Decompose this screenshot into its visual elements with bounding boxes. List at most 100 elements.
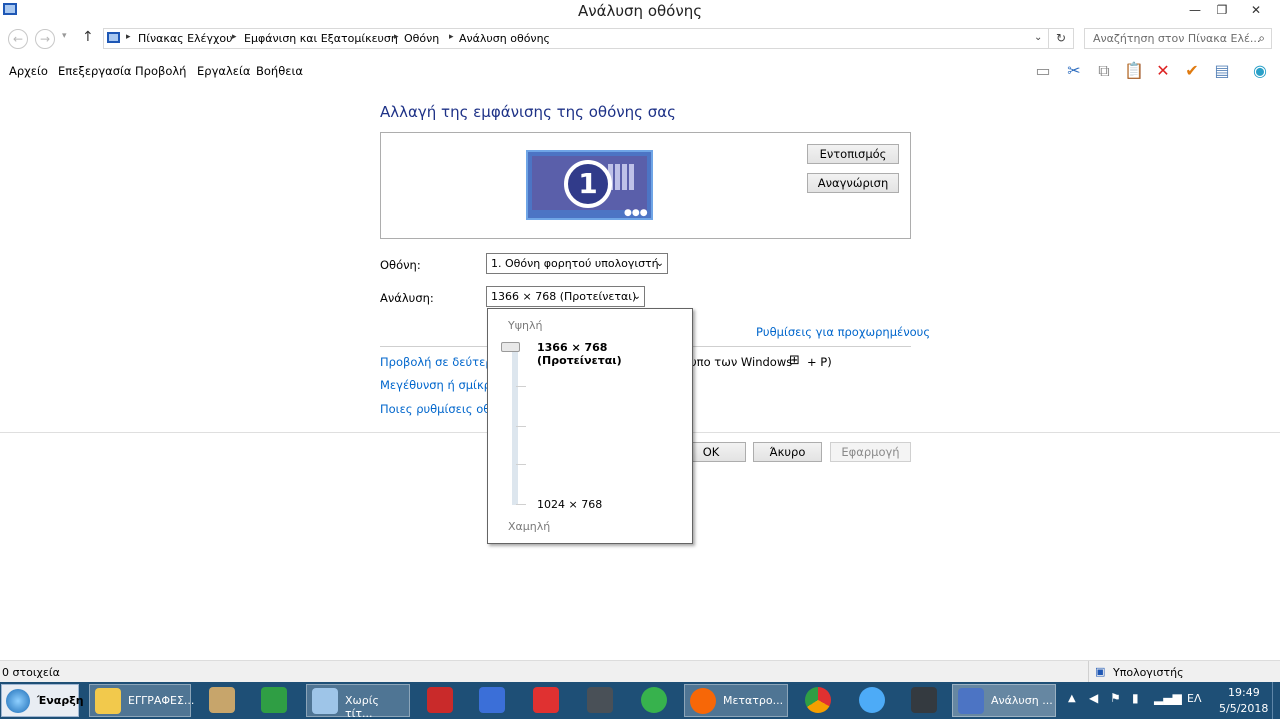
- taskbar-item-network[interactable]: [632, 684, 676, 717]
- paste-icon[interactable]: 📋: [1123, 60, 1145, 82]
- checkmark-icon[interactable]: ✔: [1181, 60, 1203, 82]
- taskbar-item-notepad[interactable]: Χωρίς τίτ...: [306, 684, 410, 720]
- minimize-button[interactable]: —: [1180, 0, 1210, 20]
- back-arrow-icon[interactable]: ←: [8, 29, 28, 49]
- advanced-settings-link[interactable]: Ρυθμίσεις για προχωρημένους: [756, 325, 930, 339]
- page-title: Αλλαγή της εμφάνισης της οθόνης σας: [380, 103, 676, 121]
- search-icon[interactable]: ⌕: [1258, 31, 1265, 46]
- taskbar-item-label: Μετατρο...: [723, 694, 784, 707]
- menu-file[interactable]: Αρχείο: [9, 64, 48, 78]
- refresh-icon[interactable]: ↻: [1049, 28, 1074, 49]
- app-icon: [533, 687, 559, 713]
- resolution-label: Ανάλυση:: [380, 291, 434, 305]
- project-shortcut-text: υπο των Windows: [690, 355, 793, 369]
- text-size-link[interactable]: Μεγέθυνση ή σμίκρυν: [380, 378, 504, 392]
- speaker-icon[interactable]: ◀: [1089, 691, 1098, 705]
- paint-palette-icon: [209, 687, 235, 713]
- title-bar: Ανάλυση οθόνης — ❐ ✕: [0, 0, 1280, 22]
- monitor-dots-icon: ●●●: [624, 208, 648, 218]
- display-label: Οθόνη:: [380, 258, 421, 272]
- network-icon: [641, 687, 667, 713]
- chrome-icon: [805, 687, 831, 713]
- taskbar-item-documents[interactable]: ΕΓΓΡΑΦΕΣ...: [89, 684, 195, 717]
- project-second-screen-link[interactable]: Προβολή σε δεύτερη: [380, 355, 500, 369]
- clock-date[interactable]: 5/5/2018: [1219, 702, 1268, 715]
- min-resolution: 1024 × 768: [537, 498, 603, 511]
- wifi-signal-icon[interactable]: ▂▄▆: [1154, 691, 1182, 705]
- start-orb-icon: [6, 689, 30, 713]
- menu-edit[interactable]: Επεξεργασία: [58, 64, 131, 78]
- close-button[interactable]: ✕: [1236, 0, 1276, 20]
- breadcrumb-appearance[interactable]: Εμφάνιση και Εξατομίκευση: [244, 32, 398, 45]
- menu-view[interactable]: Προβολή: [135, 64, 186, 78]
- apply-button[interactable]: Εφαρμογή: [830, 442, 911, 462]
- menu-bar: Αρχείο Επεξεργασία Προβολή Εργαλεία Βοήθ…: [0, 58, 1280, 84]
- up-arrow-icon[interactable]: ↑: [82, 29, 94, 45]
- globe-icon[interactable]: ◉: [1249, 60, 1271, 82]
- status-location: Υπολογιστής: [1113, 666, 1184, 679]
- identify-button[interactable]: Αναγνώριση: [807, 173, 899, 193]
- breadcrumb-display[interactable]: Οθόνη: [404, 32, 439, 45]
- search-placeholder: Αναζήτηση στον Πίνακα Ελέ...: [1093, 32, 1261, 45]
- taskbar-item-video[interactable]: [578, 684, 622, 717]
- clock-time[interactable]: 19:49: [1228, 686, 1260, 699]
- download-icon: [427, 687, 453, 713]
- action-center-icon[interactable]: ⚑: [1110, 691, 1121, 705]
- forward-arrow-icon[interactable]: →: [35, 29, 55, 49]
- store-icon: [261, 687, 287, 713]
- slider-tick: [516, 426, 526, 427]
- breadcrumb-resolution[interactable]: Ανάλυση οθόνης: [459, 32, 550, 45]
- video-clapper-icon: [587, 687, 613, 713]
- address-bar[interactable]: ▸ Πίνακας Ελέγχου ▸ Εμφάνιση και Εξατομί…: [103, 28, 1049, 49]
- show-hidden-icons-icon[interactable]: ▲: [1068, 693, 1076, 704]
- breadcrumb-control-panel[interactable]: Πίνακας Ελέγχου: [138, 32, 232, 45]
- taskbar-item-firefox[interactable]: Μετατρο...: [684, 684, 788, 717]
- taskbar-item-qbittorrent[interactable]: [850, 684, 894, 717]
- monitor-1-icon[interactable]: 1 ●●●: [526, 150, 653, 220]
- taskbar-item-label: Ανάλυση ...: [991, 694, 1053, 707]
- project-shortcut-key: + P): [807, 355, 832, 369]
- display-select[interactable]: 1. Οθόνη φορητού υπολογιστή ⌄: [486, 253, 668, 274]
- breadcrumb-separator-icon: ▸: [232, 32, 237, 42]
- recent-pages-chevron-icon[interactable]: ▾: [62, 31, 67, 41]
- taskbar-item-label: Χωρίς τίτ...: [345, 694, 379, 720]
- taskbar-item-downloader[interactable]: [418, 684, 462, 717]
- delete-icon[interactable]: ✕: [1152, 60, 1174, 82]
- taskbar-item-movie[interactable]: [902, 684, 946, 717]
- window-title: Ανάλυση οθόνης: [577, 2, 703, 20]
- taskbar-item-tool[interactable]: [470, 684, 514, 717]
- layout-icon[interactable]: ▭: [1032, 60, 1054, 82]
- divider: [1088, 661, 1089, 683]
- taskbar-item-store[interactable]: [252, 684, 296, 717]
- start-button[interactable]: Έναρξη: [1, 684, 84, 717]
- taskbar-item-app[interactable]: [524, 684, 568, 717]
- taskbar-item-paint[interactable]: [200, 684, 244, 717]
- chevron-down-icon: ⌄: [655, 258, 664, 269]
- chevron-down-icon: ⌄: [632, 291, 641, 302]
- copy-icon[interactable]: ⧉: [1093, 60, 1115, 82]
- cut-icon[interactable]: ✂: [1063, 60, 1085, 82]
- resolution-select[interactable]: 1366 × 768 (Προτείνεται) ⌄: [486, 286, 645, 307]
- taskbar-item-chrome[interactable]: [796, 684, 840, 717]
- battery-icon[interactable]: ▮: [1132, 691, 1139, 705]
- menu-help[interactable]: Βοήθεια: [256, 64, 303, 78]
- search-input[interactable]: Αναζήτηση στον Πίνακα Ελέ... ⌕: [1084, 28, 1272, 49]
- folder-icon: [95, 688, 121, 714]
- show-desktop-button[interactable]: [1272, 682, 1280, 719]
- address-dropdown-chevron-icon[interactable]: ⌄: [1034, 32, 1042, 43]
- high-label: Υψηλή: [508, 319, 543, 332]
- restore-button[interactable]: ❐: [1207, 0, 1237, 20]
- taskbar-item-display-resolution[interactable]: Ανάλυση ...: [952, 684, 1056, 717]
- resolution-dropdown: Υψηλή 1366 × 768 (Προτείνεται) 1024 × 76…: [487, 308, 693, 544]
- language-indicator[interactable]: ΕΛ: [1187, 692, 1201, 705]
- monitor-number: 1: [564, 160, 612, 208]
- menu-tools[interactable]: Εργαλεία: [197, 64, 250, 78]
- taskbar-item-label: ΕΓΓΡΑΦΕΣ...: [128, 694, 195, 707]
- detect-button[interactable]: Εντοπισμός: [807, 144, 899, 164]
- breadcrumb-separator-icon: ▸: [394, 32, 399, 42]
- properties-icon[interactable]: ▤: [1211, 60, 1233, 82]
- cancel-button[interactable]: Άκυρο: [753, 442, 822, 462]
- resolution-slider-thumb[interactable]: [501, 342, 520, 352]
- which-settings-link[interactable]: Ποιες ρυθμίσεις οθόν: [380, 402, 504, 416]
- start-label: Έναρξη: [37, 694, 84, 707]
